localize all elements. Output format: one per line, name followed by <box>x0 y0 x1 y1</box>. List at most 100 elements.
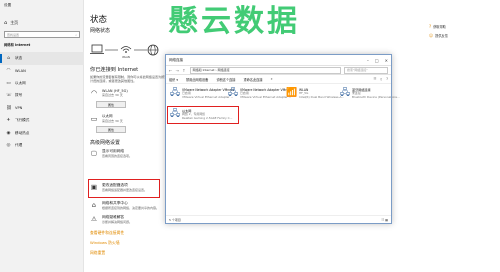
home-icon: ⌂ <box>4 19 8 26</box>
path-text: 网络和 Internet › 网络连接 <box>192 68 230 72</box>
advanced-settings-heading: 高级网络设置 <box>90 140 121 146</box>
airplane-icon: ✈ <box>6 118 11 124</box>
adapter-list: 🖧 VMware Network Adapter VMnet1 已启用 VMwa… <box>166 84 400 209</box>
setting-troubleshoot[interactable]: ⚠ 网络疑难解答 诊断并解决网络问题。 <box>90 215 132 224</box>
setting-desc: 根据所连接到的网络，决定要共享的内容。 <box>102 206 160 210</box>
sidebar-item-wlan[interactable]: ◠ WLAN <box>0 65 84 78</box>
adapter-item[interactable]: 📶 WLAN HF_5G Intel(R) Dual Band Wireless… <box>286 88 344 100</box>
window-titlebar: 网络连接 – □ ✕ <box>166 55 391 65</box>
bluetooth-adapter-icon: 🖧 <box>340 88 351 98</box>
wifi-icon <box>120 46 132 53</box>
disable-device-button[interactable]: 禁用此网络设备 <box>186 77 208 82</box>
proxy-icon: ◎ <box>6 143 11 149</box>
sidebar-item-hotspot[interactable]: ◉ 移动热点 <box>0 127 84 140</box>
get-help-link[interactable]: ? 获取帮助 <box>429 22 448 31</box>
organize-button[interactable]: 组织 ▾ <box>169 77 178 82</box>
adapter-icon: 🖧 <box>228 88 239 98</box>
sidebar-item-airplane[interactable]: ✈ 飞行模式 <box>0 115 84 128</box>
adapter-item[interactable]: 🖧 VMware Network Adapter VMnet8 已启用 VMwa… <box>228 88 292 100</box>
window-search-input[interactable]: 搜索"网络连接" <box>344 66 388 74</box>
sidebar-item-status[interactable]: ⌂ 状态 <box>0 52 84 65</box>
maximize-icon[interactable]: □ <box>375 58 379 63</box>
close-icon[interactable]: ✕ <box>385 58 388 63</box>
address-bar: ← → ↑ 网络和 Internet › 网络连接 搜索"网络连接" <box>166 65 391 75</box>
wifi-icon: ◠ <box>6 68 11 74</box>
wifi-adapter-icon: 📶 <box>286 88 298 98</box>
network-row: ▭ 以太网 来自过去 30 天 <box>90 114 123 123</box>
sidebar-item-vpn[interactable]: ⛓ VPN <box>0 102 84 115</box>
minimize-icon[interactable]: – <box>367 58 369 63</box>
wifi-label: WLAN <box>122 55 130 59</box>
search-input[interactable]: 查找设置 ⌕ <box>4 31 80 38</box>
sidebar-item-dialup[interactable]: ☏ 拨号 <box>0 90 84 103</box>
help-icon: ? <box>429 24 432 29</box>
network-usage: 来自过去 30 天 <box>102 119 123 123</box>
sidebar-section-title: 网络和 Internet <box>4 43 31 47</box>
network-reset-link[interactable]: 网络重置 <box>90 250 105 256</box>
highlight-box <box>167 106 239 124</box>
adapter-icon: 🖧 <box>170 88 181 98</box>
view-options-icon[interactable]: ☷ <box>374 77 377 81</box>
network-row: ◠ WLAN (HF_5G) 来自过去 30 天 <box>90 89 128 97</box>
network-usage: 来自过去 30 天 <box>102 93 123 97</box>
page-title: 状态 <box>90 15 108 25</box>
computer-icon <box>90 44 104 54</box>
connected-title: 你已连接到 Internet <box>90 67 139 73</box>
adapter-detail: Intel(R) Dual Band Wireless-A... <box>299 94 345 99</box>
sidebar-nav: ⌂ 状态 ◠ WLAN ▭ 以太网 ☏ 拨号 ⛓ VPN ✈ 飞行模式 ◉ 移动… <box>0 52 84 152</box>
connected-description: 如果你的流量套餐有限制，则你可以将此网络设置为按流量计费的连接，或者更改其他属性… <box>90 75 171 84</box>
adapter-detail: VMware Virtual Ethernet Adapter ... <box>182 94 234 99</box>
warning-icon: ⚠ <box>91 215 97 223</box>
watermark: 懸云数据 <box>168 4 300 39</box>
search-placeholder: 查找设置 <box>7 32 20 37</box>
settings-sidebar: 设置 ⌂ 主页 查找设置 ⌕ 网络和 Internet ⌂ 状态 ◠ WLAN … <box>0 0 84 272</box>
feedback-icon: ☺ <box>429 33 434 38</box>
sidebar-item-label: 飞行模式 <box>15 118 30 123</box>
feedback-label: 提供反馈 <box>435 34 448 38</box>
nav-arrows-icon[interactable]: ← → ↑ <box>169 68 187 73</box>
properties-button[interactable]: 属性 <box>96 126 126 133</box>
sidebar-item-label: 代理 <box>15 143 23 148</box>
sidebar-item-label: VPN <box>15 106 23 111</box>
adapter-item[interactable]: 🖧 VMware Network Adapter VMnet1 已启用 VMwa… <box>170 88 234 100</box>
adapter-item[interactable]: 🖧 蓝牙网络连接 未连接 Bluetooth Device (Personal … <box>340 88 400 100</box>
window-status-bar: 5 个项目 ☷ ▦ <box>166 215 391 223</box>
sidebar-item-label: 状态 <box>15 55 23 60</box>
adapter-detail: VMware Virtual Ethernet Adapter ... <box>240 94 292 99</box>
firewall-link[interactable]: Windows 防火墙 <box>90 240 120 246</box>
wifi-icon: ◠ <box>90 89 98 97</box>
command-bar: 组织 ▾ 禁用此网络设备 诊断这个连接 重命名此连接 » ☷ ▯ ? <box>166 75 391 84</box>
window-title: 网络连接 <box>169 57 183 62</box>
sidebar-item-proxy[interactable]: ◎ 代理 <box>0 140 84 153</box>
item-count: 5 个项目 <box>169 217 181 222</box>
rename-button[interactable]: 重命名此连接 <box>243 77 262 82</box>
diagnose-button[interactable]: 诊断这个连接 <box>216 77 235 82</box>
highlight-box <box>88 179 160 198</box>
more-commands-button[interactable]: » <box>271 77 273 81</box>
setting-sharing-center[interactable]: ⌂ 网络和共享中心 根据所连接到的网络，决定要共享的内容。 <box>90 201 159 210</box>
hotspot-icon: ◉ <box>6 130 11 136</box>
sidebar-item-ethernet[interactable]: ▭ 以太网 <box>0 77 84 90</box>
network-status-heading: 网络状态 <box>90 28 111 34</box>
properties-button[interactable]: 属性 <box>96 101 126 108</box>
setting-show-networks[interactable]: ▢ 显示可用网络 查看周围的连接选项。 <box>90 149 132 158</box>
sidebar-item-label: 以太网 <box>15 80 26 85</box>
sidebar-item-label: 移动热点 <box>15 130 30 135</box>
hardware-properties-link[interactable]: 查看硬件和连接属性 <box>90 230 124 236</box>
view-toggle-icon[interactable]: ☷ ▦ <box>382 218 388 222</box>
adapter-detail: Bluetooth Device (Personal Are... <box>352 94 400 99</box>
help-icon[interactable]: ? <box>386 77 388 81</box>
search-icon: ⌕ <box>75 32 77 37</box>
path-field[interactable]: 网络和 Internet › 网络连接 <box>189 66 341 74</box>
network-diagram: WLAN <box>90 44 159 59</box>
vpn-icon: ⛓ <box>6 105 12 111</box>
setting-desc: 诊断并解决网络问题。 <box>102 220 133 224</box>
share-icon: ⌂ <box>91 201 97 209</box>
home-link[interactable]: ⌂ 主页 <box>4 18 80 27</box>
ethernet-icon: ▭ <box>6 80 11 86</box>
help-links: ? 获取帮助 ☺ 提供反馈 <box>429 22 448 40</box>
setting-desc: 查看周围的连接选项。 <box>102 154 133 158</box>
preview-pane-icon[interactable]: ▯ <box>381 77 383 81</box>
phone-icon: ☏ <box>6 93 12 99</box>
feedback-link[interactable]: ☺ 提供反馈 <box>429 31 448 40</box>
